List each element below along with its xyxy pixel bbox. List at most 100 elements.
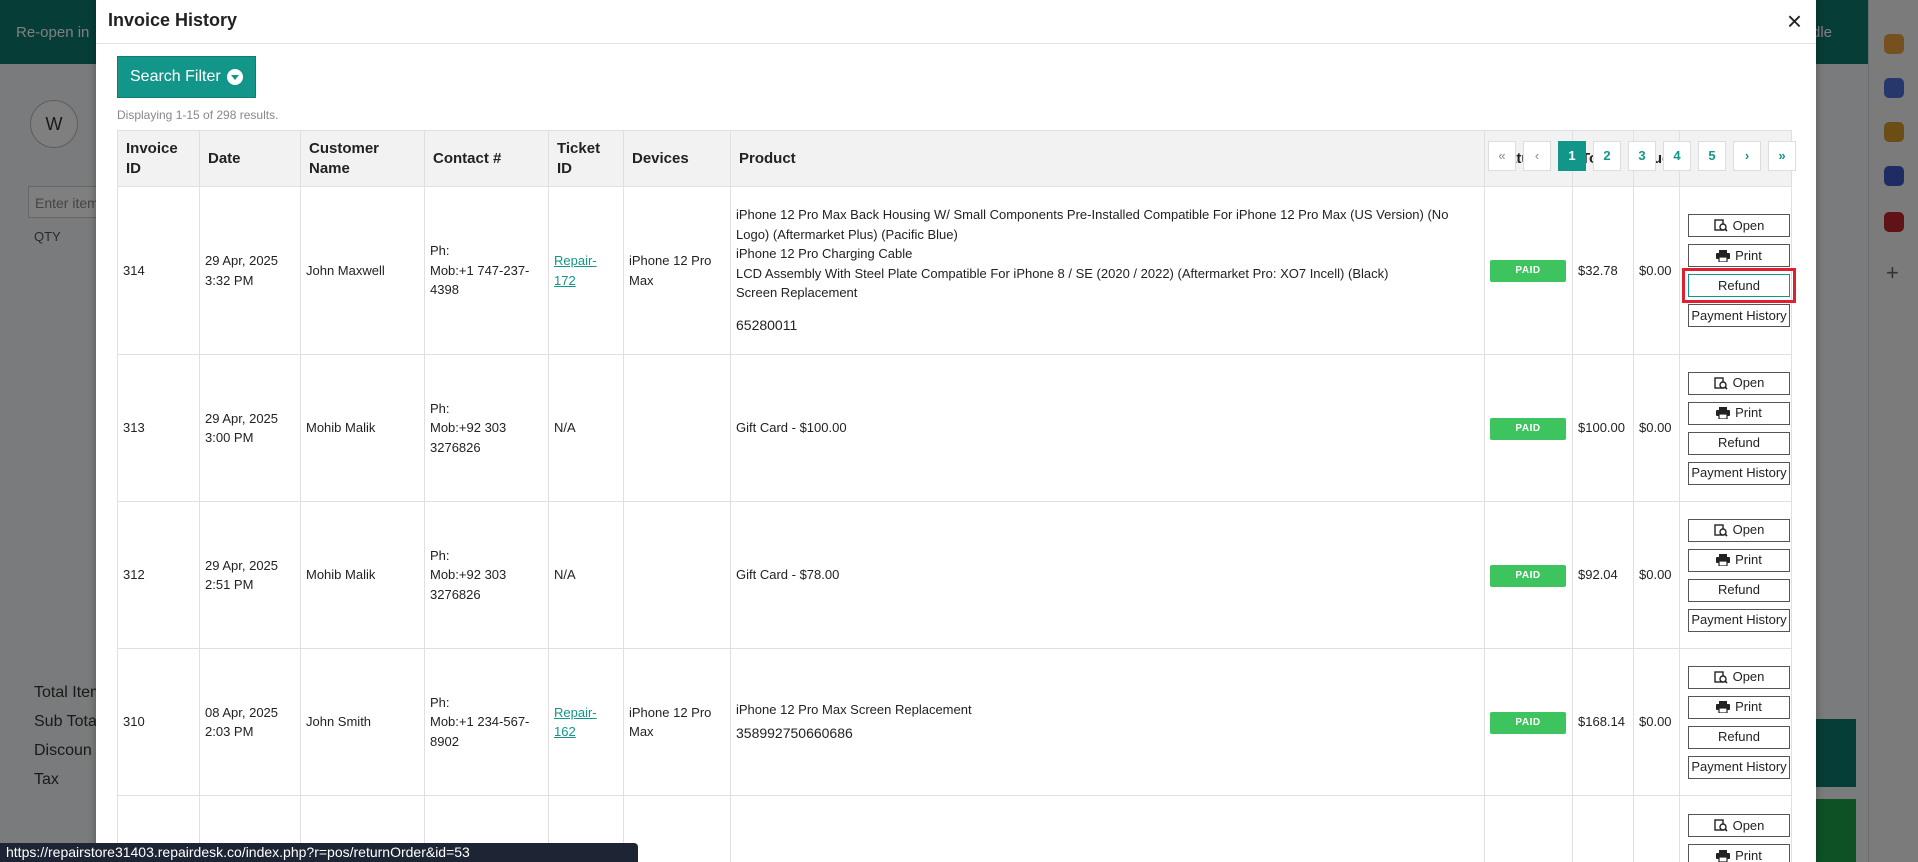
due-amount: $0.00 xyxy=(1633,501,1680,649)
open-button[interactable]: Open xyxy=(1688,371,1790,395)
col-customer-name[interactable]: Customer Name xyxy=(300,130,425,187)
page-button-1[interactable]: 1 xyxy=(1558,141,1586,171)
ticket-id: Repair- 172 xyxy=(548,186,624,355)
product-cell: Gift Card - $100.00 xyxy=(730,354,1485,502)
contact: Ph: Mob:+1 234-567-8902 xyxy=(424,648,549,796)
invoice-date: 29 Apr, 2025 3:32 PM xyxy=(199,186,301,355)
payment-history-label: Payment History xyxy=(1691,612,1787,628)
open-button[interactable]: Open xyxy=(1688,214,1790,237)
caret-down-icon xyxy=(226,69,243,85)
first-page-button[interactable]: « xyxy=(1488,141,1516,171)
col-date[interactable]: Date xyxy=(199,130,301,187)
refund-label: Refund xyxy=(1718,582,1760,598)
product-item: LCD Assembly With Steel Plate Compatible… xyxy=(736,265,1389,281)
open-button[interactable]: Open xyxy=(1688,814,1790,837)
invoice-id: 313 xyxy=(117,354,200,502)
open-button[interactable]: Open xyxy=(1688,518,1790,542)
device-name xyxy=(623,501,731,649)
payment-history-button[interactable]: Payment History xyxy=(1688,755,1790,779)
payment-history-button[interactable]: Payment History xyxy=(1688,461,1790,485)
page-button-2[interactable]: 2 xyxy=(1593,141,1621,171)
status-cell: PAID xyxy=(1484,648,1573,796)
table-row: 313 29 Apr, 2025 3:00 PM Mohib Malik Ph: M… xyxy=(117,354,1792,502)
table-row: 312 29 Apr, 2025 2:51 PM Mohib Malik Ph: M… xyxy=(117,501,1792,649)
mobile-number: Mob:+1 747-237-4398 xyxy=(430,262,530,298)
page-button-5[interactable]: 5 xyxy=(1698,141,1726,171)
search-filter-button[interactable]: Search Filter xyxy=(117,56,256,98)
col-devices[interactable]: Devices xyxy=(623,130,731,187)
document-search-icon xyxy=(1713,219,1728,232)
print-button[interactable]: Print xyxy=(1688,844,1790,862)
status-badge: PAID xyxy=(1490,417,1566,440)
col-invoice-id[interactable]: Invoice ID xyxy=(117,130,200,187)
open-label: Open xyxy=(1732,817,1765,833)
col-product[interactable]: Product xyxy=(730,130,1485,187)
print-button[interactable]: Print xyxy=(1688,695,1790,719)
open-label: Open xyxy=(1732,217,1765,233)
mobile-number: Mob:+92 303 3276826 xyxy=(430,420,507,455)
payment-history-button[interactable]: Payment History xyxy=(1688,304,1790,327)
invoice-date: 29 Apr, 2025 2:51 PM xyxy=(199,501,301,649)
ticket-link[interactable]: Repair- 172 xyxy=(554,253,597,288)
actions-cell: Open Print Refund Payment History xyxy=(1679,354,1792,502)
page-button-3[interactable]: 3 xyxy=(1628,141,1656,171)
due-amount: $0.00 xyxy=(1633,648,1680,796)
actions-cell: Open Print Refund Payment History xyxy=(1679,501,1792,649)
search-filter-label: Search Filter xyxy=(130,68,221,85)
refund-button[interactable]: Refund xyxy=(1682,268,1796,303)
contact: Ph: Mob:+92 303 3276826 xyxy=(424,354,549,502)
due-amount: $0.00 xyxy=(1633,354,1680,502)
open-button[interactable]: Open xyxy=(1688,665,1790,689)
product-cell: Gift Card - $78.00 xyxy=(730,501,1485,649)
date-text: 29 Apr, 2025 xyxy=(205,410,279,426)
product-item: iPhone 12 Pro Charging Cable xyxy=(736,246,913,262)
ticket-id: Repair- 162 xyxy=(548,648,624,796)
total-amount: $92.04 xyxy=(1572,501,1634,649)
product-cell: iPhone 12 Pro Max Back Housing W/ Small … xyxy=(730,186,1485,355)
serial-number: 358992750660686 xyxy=(736,725,853,742)
customer-name: John Maxwell xyxy=(300,186,425,355)
mobile-number: Mob:+92 303 3276826 xyxy=(430,567,507,602)
refund-button[interactable]: Refund xyxy=(1688,431,1790,455)
status-badge: PAID xyxy=(1490,711,1566,734)
actions-cell: Open Print Refund Payment History xyxy=(1679,648,1792,796)
next-page-button[interactable]: › xyxy=(1733,141,1761,171)
print-label: Print xyxy=(1735,552,1762,568)
payment-history-button[interactable]: Payment History xyxy=(1688,608,1790,632)
invoice-id: 314 xyxy=(117,186,200,355)
printer-icon xyxy=(1716,849,1731,862)
refund-button[interactable]: Refund xyxy=(1688,725,1790,749)
refund-button[interactable]: Refund xyxy=(1688,578,1790,602)
col-ticket-id[interactable]: Ticket ID xyxy=(548,130,624,187)
printer-icon xyxy=(1716,407,1731,419)
print-button[interactable]: Print xyxy=(1688,548,1790,572)
status-badge: PAID xyxy=(1490,260,1566,282)
open-label: Open xyxy=(1732,522,1765,538)
actions-cell: Open Print xyxy=(1679,795,1792,862)
page-button-4[interactable]: 4 xyxy=(1663,141,1691,171)
invoice-id: 312 xyxy=(117,501,200,649)
close-icon[interactable]: × xyxy=(1787,6,1802,37)
status-cell: PAID xyxy=(1484,501,1573,649)
invoice-history-modal: Invoice History × Search Filter Displayi… xyxy=(96,0,1816,862)
last-page-button[interactable]: » xyxy=(1768,141,1796,171)
prev-page-button[interactable]: ‹ xyxy=(1523,141,1551,171)
phone-label: Ph: xyxy=(430,400,450,416)
invoice-date: 08 Apr, 2025 2:03 PM xyxy=(199,648,301,796)
date-text: 29 Apr, 2025 xyxy=(205,557,279,573)
print-button[interactable]: Print xyxy=(1688,244,1790,267)
print-button[interactable]: Print xyxy=(1688,401,1790,425)
status-badge: PAID xyxy=(1490,564,1566,587)
print-label: Print xyxy=(1735,405,1762,421)
table-row: 310 08 Apr, 2025 2:03 PM John Smith Ph: Mo… xyxy=(117,648,1792,796)
actions-cell: Open Print Refund Payment History xyxy=(1679,186,1796,355)
col-contact[interactable]: Contact # xyxy=(424,130,549,187)
status-cell: PAID xyxy=(1484,186,1573,355)
invoice-id: 310 xyxy=(117,648,200,796)
date-text: 29 Apr, 2025 xyxy=(205,253,279,268)
total-amount: $168.14 xyxy=(1572,648,1634,796)
phone-label: Ph: xyxy=(430,243,450,259)
ticket-link[interactable]: Repair- 162 xyxy=(554,705,597,740)
invoice-date: 29 Apr, 2025 3:00 PM xyxy=(199,354,301,502)
device-name: iPhone 12 Pro Max xyxy=(623,186,731,355)
